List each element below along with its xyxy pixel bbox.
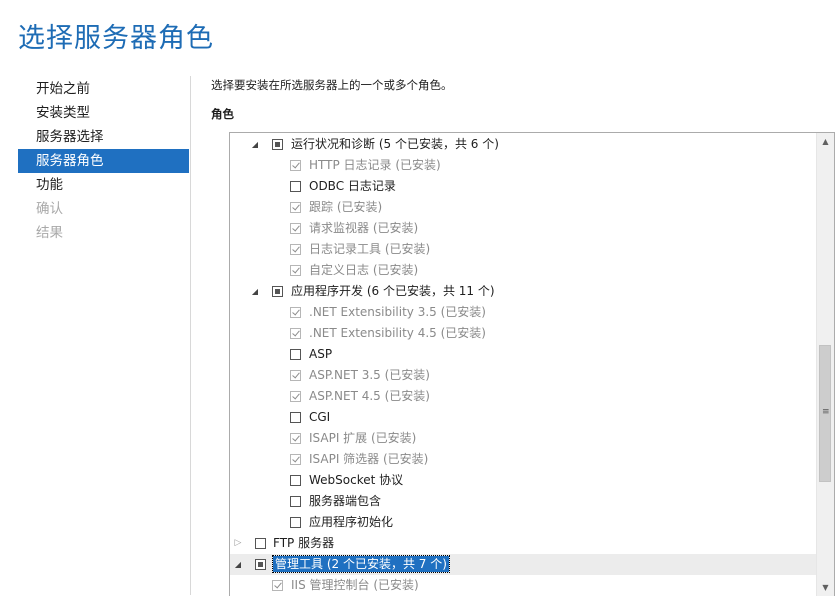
role-checkbox[interactable] — [290, 454, 301, 465]
nav-item[interactable]: 服务器选择 — [18, 125, 189, 149]
role-service-row[interactable]: CGI — [230, 407, 816, 428]
vertical-divider — [190, 76, 191, 595]
role-service-row[interactable]: .NET Extensibility 4.5 (已安装) — [230, 323, 816, 344]
role-service-row[interactable]: 自定义日志 (已安装) — [230, 260, 816, 281]
role-label: .NET Extensibility 4.5 (已安装) — [309, 326, 486, 340]
role-service-row[interactable]: 跟踪 (已安装) — [230, 197, 816, 218]
role-label: ODBC 日志记录 — [309, 179, 396, 193]
role-label: 日志记录工具 (已安装) — [309, 242, 431, 256]
role-label: WebSocket 协议 — [309, 473, 404, 487]
nav-item: 确认 — [36, 201, 63, 217]
role-checkbox[interactable] — [290, 265, 301, 276]
role-service-row[interactable]: ASP — [230, 344, 816, 365]
role-checkbox[interactable] — [290, 181, 301, 192]
instruction-text: 选择要安装在所选服务器上的一个或多个角色。 — [211, 78, 453, 92]
role-label: ISAPI 筛选器 (已安装) — [309, 452, 429, 466]
role-label: ISAPI 扩展 (已安装) — [309, 431, 417, 445]
role-checkbox[interactable] — [290, 496, 301, 507]
role-service-row[interactable]: ODBC 日志记录 — [230, 176, 816, 197]
role-service-row[interactable]: ASP.NET 4.5 (已安装) — [230, 386, 816, 407]
nav-item[interactable]: 安装类型 — [18, 101, 189, 125]
collapse-arrow-icon[interactable]: ◢ — [233, 554, 243, 575]
role-label: 自定义日志 (已安装) — [309, 263, 419, 277]
role-label: .NET Extensibility 3.5 (已安装) — [309, 305, 486, 319]
role-row[interactable]: ◢ 应用程序开发 (6 个已安装，共 11 个) — [230, 281, 816, 302]
role-checkbox[interactable] — [290, 223, 301, 234]
nav-item[interactable]: 开始之前 — [18, 77, 189, 101]
role-checkbox[interactable] — [290, 370, 301, 381]
role-checkbox[interactable] — [290, 160, 301, 171]
role-service-row[interactable]: ASP.NET 3.5 (已安装) — [230, 365, 816, 386]
role-service-row[interactable]: .NET Extensibility 3.5 (已安装) — [230, 302, 816, 323]
scrollbar-thumb[interactable]: ≡ — [819, 345, 831, 482]
roles-tree: ◢ 运行状况和诊断 (5 个已安装，共 6 个) HTTP 日志记录 (已安装) OD… — [230, 134, 816, 596]
role-label: FTP 服务器 — [273, 536, 335, 550]
expand-arrow-icon[interactable]: ▷ — [233, 533, 243, 554]
role-label: CGI — [309, 410, 331, 424]
role-label: 管理工具 (2 个已安装，共 7 个) — [272, 555, 450, 573]
roles-tree-listbox[interactable]: ◢ 运行状况和诊断 (5 个已安装，共 6 个) HTTP 日志记录 (已安装) OD… — [229, 132, 835, 596]
role-label: 请求监视器 (已安装) — [309, 221, 419, 235]
role-checkbox[interactable] — [290, 517, 301, 528]
role-checkbox[interactable] — [290, 433, 301, 444]
role-checkbox[interactable] — [255, 538, 266, 549]
nav-item[interactable]: 功能 — [18, 173, 189, 197]
role-checkbox[interactable] — [290, 412, 301, 423]
role-row[interactable]: ◢ 运行状况和诊断 (5 个已安装，共 6 个) — [230, 134, 816, 155]
role-service-row[interactable]: WebSocket 协议 — [230, 470, 816, 491]
role-service-row[interactable]: 应用程序初始化 — [230, 512, 816, 533]
role-service-row[interactable]: ISAPI 扩展 (已安装) — [230, 428, 816, 449]
role-row[interactable]: ◢ 管理工具 (2 个已安装，共 7 个) — [230, 554, 816, 575]
wizard-nav: 开始之前 安装类型 服务器选择 服务器角色 功能确认结果 — [18, 77, 189, 245]
role-checkbox[interactable] — [255, 559, 266, 570]
role-checkbox[interactable] — [290, 244, 301, 255]
role-checkbox[interactable] — [290, 328, 301, 339]
role-checkbox[interactable] — [272, 580, 283, 591]
role-label: HTTP 日志记录 (已安装) — [309, 158, 441, 172]
role-row[interactable]: ▷ FTP 服务器 — [230, 533, 816, 554]
role-service-row[interactable]: 请求监视器 (已安装) — [230, 218, 816, 239]
role-service-row[interactable]: 服务器端包含 — [230, 491, 816, 512]
page-title: 选择服务器角色 — [18, 23, 214, 54]
role-checkbox[interactable] — [290, 391, 301, 402]
role-label: 跟踪 (已安装) — [309, 200, 383, 214]
role-label: 运行状况和诊断 (5 个已安装，共 6 个) — [291, 137, 499, 151]
role-checkbox[interactable] — [290, 202, 301, 213]
role-label: 应用程序初始化 — [309, 515, 394, 529]
nav-item[interactable]: 服务器角色 — [18, 149, 189, 173]
role-label: IIS 管理控制台 (已安装) — [291, 578, 419, 592]
role-label: ASP.NET 3.5 (已安装) — [309, 368, 430, 382]
collapse-arrow-icon[interactable]: ◢ — [250, 134, 260, 155]
role-label: ASP.NET 4.5 (已安装) — [309, 389, 430, 403]
role-checkbox[interactable] — [290, 349, 301, 360]
role-service-row[interactable]: 日志记录工具 (已安装) — [230, 239, 816, 260]
scroll-down-arrow-icon[interactable]: ▼ — [817, 579, 834, 596]
role-checkbox[interactable] — [290, 475, 301, 486]
role-checkbox[interactable] — [272, 139, 283, 150]
role-service-row[interactable]: HTTP 日志记录 (已安装) — [230, 155, 816, 176]
scroll-up-arrow-icon[interactable]: ▲ — [817, 133, 834, 150]
vertical-scrollbar[interactable]: ▲ ≡ ▼ — [816, 133, 834, 596]
collapse-arrow-icon[interactable]: ◢ — [250, 281, 260, 302]
nav-item: 结果 — [36, 225, 63, 241]
role-service-row[interactable]: ISAPI 筛选器 (已安装) — [230, 449, 816, 470]
role-checkbox[interactable] — [272, 286, 283, 297]
role-label: 应用程序开发 (6 个已安装，共 11 个) — [291, 284, 495, 298]
role-label: ASP — [309, 347, 333, 361]
role-label: 服务器端包含 — [309, 494, 382, 508]
role-checkbox[interactable] — [290, 307, 301, 318]
roles-section-label: 角色 — [211, 107, 234, 121]
role-service-row[interactable]: IIS 管理控制台 (已安装) — [230, 575, 816, 596]
scrollbar-grip-icon: ≡ — [822, 407, 830, 417]
